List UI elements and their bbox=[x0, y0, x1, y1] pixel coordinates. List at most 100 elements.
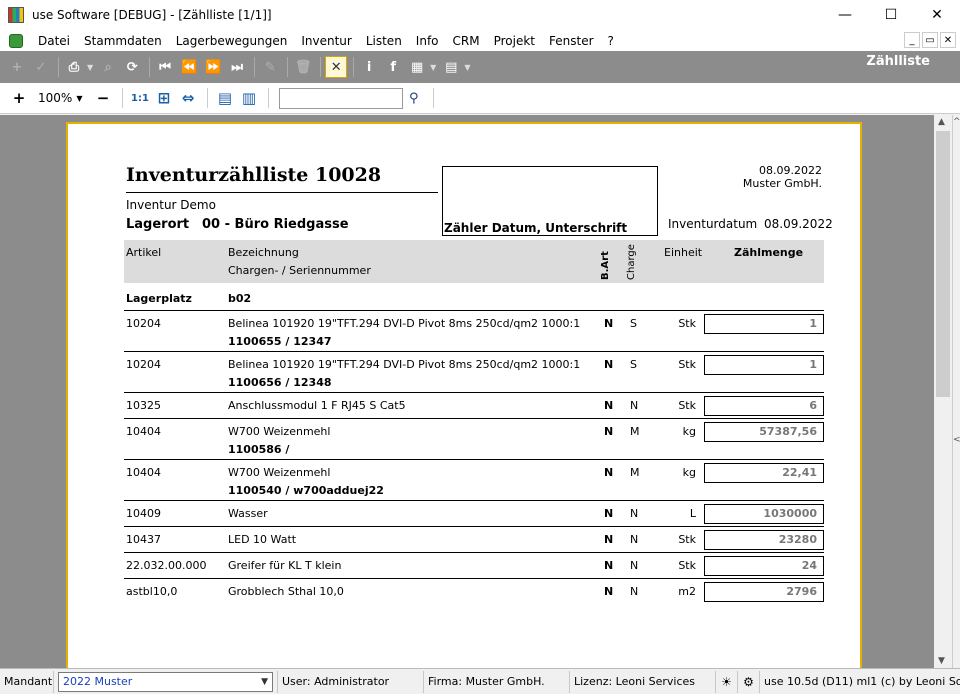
menu-fenster[interactable]: Fenster bbox=[542, 34, 601, 48]
print-dropdown-icon[interactable]: ▼ bbox=[87, 63, 93, 72]
menu-crm[interactable]: CRM bbox=[446, 34, 487, 48]
menu-help[interactable]: ? bbox=[601, 34, 621, 48]
zoom-select[interactable]: 100% ▼ bbox=[38, 88, 86, 108]
connection-icon[interactable]: ⚙ bbox=[738, 670, 760, 693]
cell-bart: N bbox=[604, 585, 614, 598]
fit-width-icon[interactable]: ⇔ bbox=[177, 87, 199, 109]
table-row: 10204 Belinea 101920 19"TFT.294 DVI-D Piv… bbox=[124, 351, 824, 392]
next-record-icon[interactable]: ⏩ bbox=[202, 56, 224, 78]
scrollbar-thumb[interactable] bbox=[936, 131, 950, 397]
app-icon bbox=[8, 7, 24, 23]
last-record-icon[interactable]: ⏭ bbox=[226, 56, 248, 78]
chevron-down-icon: ▼ bbox=[76, 93, 83, 103]
cell-bart: N bbox=[604, 399, 614, 412]
thumbnails-icon[interactable]: ▥ bbox=[238, 87, 260, 109]
title-bar: use Software [DEBUG] - [Zählliste [1/1]]… bbox=[0, 0, 960, 30]
layout-dropdown-icon[interactable]: ▼ bbox=[464, 63, 470, 72]
window-controls: — ☐ ✕ bbox=[822, 0, 960, 30]
title-divider bbox=[126, 192, 438, 193]
mandant-label: Mandant bbox=[0, 670, 54, 693]
toolbar-separator bbox=[433, 88, 434, 108]
cell-chargennummer: 1100540 / w700adduej22 bbox=[228, 484, 384, 497]
add-icon[interactable]: + bbox=[6, 56, 28, 78]
minimize-button[interactable]: — bbox=[822, 0, 868, 30]
menu-stammdaten[interactable]: Stammdaten bbox=[77, 34, 169, 48]
cell-artikel: 22.032.00.000 bbox=[126, 559, 207, 572]
maximize-button[interactable]: ☐ bbox=[868, 0, 914, 30]
menu-projekt[interactable]: Projekt bbox=[487, 34, 542, 48]
mdi-close-button[interactable]: ✕ bbox=[940, 32, 956, 48]
mdi-minimize-button[interactable]: _ bbox=[904, 32, 920, 48]
delete-icon[interactable]: 🗑 bbox=[292, 56, 314, 78]
header-chargen: Chargen- / Seriennummer bbox=[228, 264, 371, 277]
mdi-restore-button[interactable]: ▭ bbox=[922, 32, 938, 48]
info-icon[interactable]: i bbox=[358, 56, 380, 78]
fit-page-icon[interactable]: ⊞ bbox=[153, 87, 175, 109]
menu-inventur[interactable]: Inventur bbox=[294, 34, 358, 48]
grid-icon[interactable]: ▦ bbox=[406, 56, 428, 78]
search-icon[interactable]: ⌕ bbox=[97, 56, 119, 78]
cell-einheit: Stk bbox=[678, 317, 696, 330]
inventurdatum-value: 08.09.2022 bbox=[764, 217, 833, 231]
cell-charge: S bbox=[630, 317, 637, 330]
cell-zaehlmenge: 23280 bbox=[704, 530, 824, 550]
mdi-controls: _ ▭ ✕ bbox=[904, 32, 956, 48]
facebook-icon[interactable]: f bbox=[382, 56, 404, 78]
cell-einheit: Stk bbox=[678, 533, 696, 546]
zoom-in-icon[interactable]: + bbox=[8, 87, 30, 109]
vertical-scrollbar[interactable]: ▲ ▼ bbox=[934, 115, 952, 668]
print-icon[interactable]: ⎙ bbox=[63, 56, 85, 78]
cell-artikel: 10204 bbox=[126, 358, 161, 371]
document-title: Inventurzählliste 10028 bbox=[126, 164, 382, 186]
chevron-left-icon[interactable]: < bbox=[953, 435, 960, 445]
previous-record-icon[interactable]: ⏪ bbox=[178, 56, 200, 78]
cell-bart: N bbox=[604, 317, 614, 330]
close-button[interactable]: ✕ bbox=[914, 0, 960, 30]
mdi-child-icon[interactable] bbox=[9, 33, 23, 48]
lagerplatz-value: b02 bbox=[228, 292, 252, 305]
table-row: astbl10,0 Grobblech Sthal 10,0 N Nm2 2796 bbox=[124, 578, 824, 604]
cell-charge: M bbox=[630, 466, 640, 479]
cell-artikel: 10437 bbox=[126, 533, 161, 546]
cell-bezeichnung: LED 10 Watt bbox=[228, 533, 297, 546]
first-record-icon[interactable]: ⏮ bbox=[154, 56, 176, 78]
zoom-out-icon[interactable]: − bbox=[92, 87, 114, 109]
cell-artikel: 10204 bbox=[126, 317, 161, 330]
cell-einheit: kg bbox=[682, 466, 696, 479]
scroll-up-icon[interactable]: ▲ bbox=[938, 117, 945, 127]
menu-listen[interactable]: Listen bbox=[359, 34, 409, 48]
close-view-icon[interactable]: ✕ bbox=[325, 56, 348, 78]
toolbar-separator bbox=[149, 57, 151, 77]
page-setup-icon[interactable]: ▤ bbox=[214, 87, 236, 109]
mandant-select[interactable]: 2022 Muster ▼ bbox=[58, 671, 273, 692]
binoculars-icon[interactable]: ⚲ bbox=[409, 91, 427, 106]
signature-label: Zähler Datum, Unterschrift bbox=[444, 221, 628, 235]
menu-datei[interactable]: Datei bbox=[31, 34, 77, 48]
status-lizenz: Lizenz: Leoni Services bbox=[570, 670, 716, 693]
menu-info[interactable]: Info bbox=[409, 34, 446, 48]
actual-size-icon[interactable]: 1:1 bbox=[129, 87, 151, 109]
refresh-icon[interactable]: ⟳ bbox=[121, 56, 143, 78]
chevron-up-icon[interactable]: ^ bbox=[953, 117, 960, 127]
table-row: 22.032.00.000 Greifer für KL T klein N N Stk… bbox=[124, 552, 824, 578]
layout-icon[interactable]: ▤ bbox=[440, 56, 462, 78]
grid-dropdown-icon[interactable]: ▼ bbox=[430, 63, 436, 72]
search-input[interactable] bbox=[279, 87, 403, 109]
debug-icon[interactable]: ☀ bbox=[716, 670, 738, 693]
scroll-down-icon[interactable]: ▼ bbox=[938, 656, 945, 666]
table-row: 10437 LED 10 Watt N N Stk 23280 bbox=[124, 526, 824, 552]
cell-einheit: Stk bbox=[678, 358, 696, 371]
table-row: 10325 Anschlussmodul 1 F RJ45 S Cat5 N N Stk… bbox=[124, 392, 824, 418]
edit-icon[interactable]: ✎ bbox=[259, 56, 281, 78]
cell-artikel: 10404 bbox=[126, 466, 161, 479]
toolbar-separator bbox=[207, 88, 208, 108]
lagerort-value: 00 - Büro Riedgasse bbox=[202, 217, 349, 232]
lagerplatz-label: Lagerplatz bbox=[126, 292, 192, 305]
cell-charge: M bbox=[630, 425, 640, 438]
cell-bart: N bbox=[604, 559, 614, 572]
table-header: Artikel Bezeichnung Chargen- / Seriennum… bbox=[124, 240, 824, 283]
cell-zaehlmenge: 1030000 bbox=[704, 504, 824, 524]
check-icon[interactable]: ✓ bbox=[30, 56, 52, 78]
toolbar-separator bbox=[287, 57, 289, 77]
menu-lagerbewegungen[interactable]: Lagerbewegungen bbox=[169, 34, 295, 48]
